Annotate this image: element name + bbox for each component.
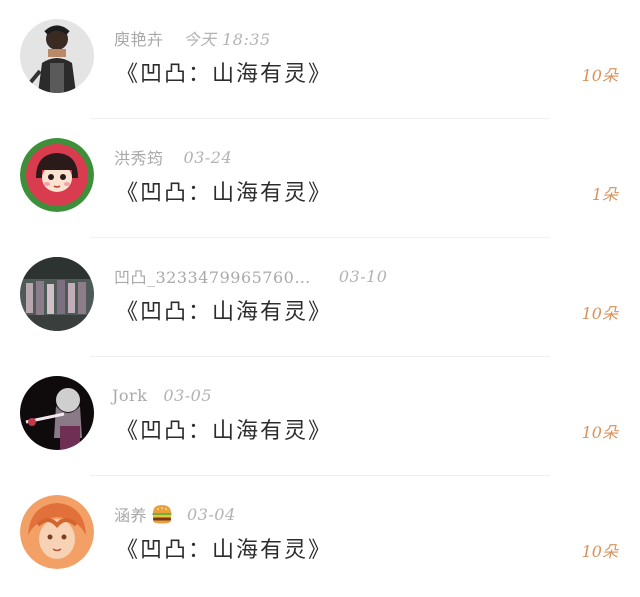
comment-item[interactable]: 庾艳卉 今天 18:35 《凹凸：山海有灵》 10朵 [0, 0, 640, 119]
timestamp: 今天 18:35 [183, 30, 271, 49]
comment-meta: Jork 03-05 [112, 384, 212, 406]
dark-anime-avatar-icon[interactable] [20, 376, 94, 450]
burger-emoji-icon [151, 503, 173, 525]
flower-count: 1朵 [591, 185, 618, 204]
cartoon-girl-avatar-icon[interactable] [20, 138, 94, 212]
rocker-avatar-icon[interactable] [20, 19, 94, 93]
comment-text: 《凹凸：山海有灵》 [116, 419, 333, 444]
comment-text: 《凹凸：山海有灵》 [116, 538, 333, 563]
comment-item[interactable]: 凹凸_3233479965760… 03-10 《凹凸：山海有灵》 10朵 [0, 238, 640, 357]
crowd-photo-avatar-icon[interactable] [20, 257, 94, 331]
timestamp: 03-04 [187, 504, 236, 524]
comment-item[interactable]: 洪秀筠 03-24 《凹凸：山海有灵》 1朵 [0, 119, 640, 238]
username[interactable]: 洪秀筠 [114, 145, 164, 169]
flower-count: 10朵 [581, 66, 618, 85]
timestamp: 03-10 [338, 266, 388, 286]
comment-text: 《凹凸：山海有灵》 [116, 300, 333, 325]
comment-text: 《凹凸：山海有灵》 [116, 181, 333, 206]
comment-list: 庾艳卉 今天 18:35 《凹凸：山海有灵》 10朵 洪秀筠 03-24 《凹凸… [0, 0, 640, 597]
timestamp: 03-24 [183, 147, 233, 167]
username[interactable]: 凹凸_3233479965760… [114, 264, 311, 288]
timestamp: 03-05 [163, 385, 213, 405]
orange-hair-avatar-icon[interactable] [20, 495, 94, 569]
comment-item[interactable]: Jork 03-05 《凹凸：山海有灵》 10朵 [0, 357, 640, 476]
comment-item[interactable]: 涵养 03-04 《凹凸：山海有灵》 10朵 [0, 476, 640, 595]
comment-text: 《凹凸：山海有灵》 [116, 62, 333, 87]
username[interactable]: 涵养 [114, 502, 147, 526]
comment-meta: 洪秀筠 03-24 [114, 145, 233, 169]
username[interactable]: Jork [112, 386, 147, 405]
comment-meta: 凹凸_3233479965760… 03-10 [114, 264, 388, 288]
comment-meta: 庾艳卉 今天 18:35 [114, 27, 271, 49]
flower-count: 10朵 [581, 423, 618, 442]
flower-count: 10朵 [581, 542, 618, 561]
comment-meta: 涵养 03-04 [114, 502, 236, 526]
flower-count: 10朵 [581, 304, 618, 323]
username[interactable]: 庾艳卉 [114, 26, 164, 50]
